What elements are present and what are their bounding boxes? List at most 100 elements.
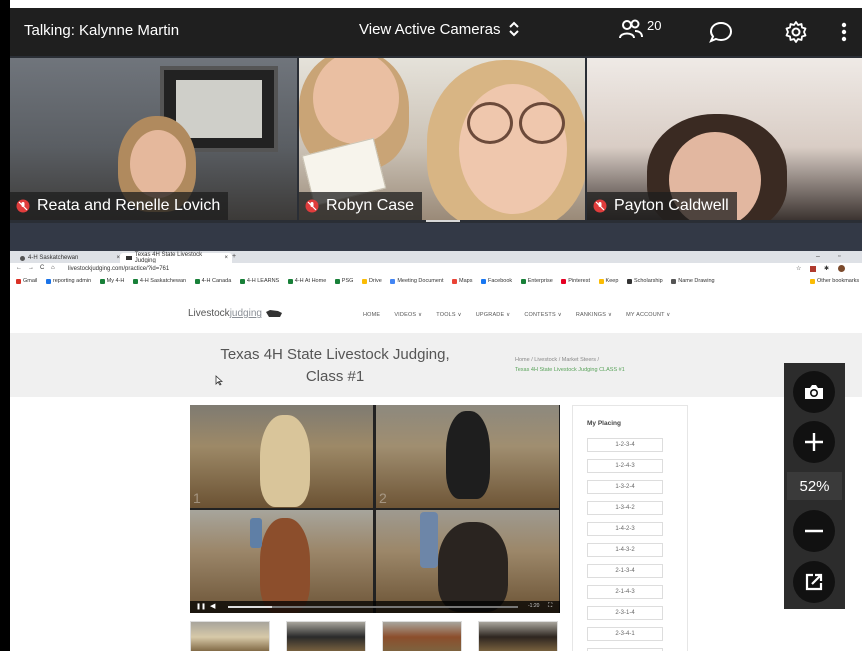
- my-placing-panel: My Placing 1-2-3-4 1-2-4-3 1-3-2-4 1-3-4…: [572, 405, 688, 651]
- bookmark[interactable]: Pinterest: [561, 278, 590, 284]
- bookmark[interactable]: Maps: [452, 278, 472, 284]
- bookmark[interactable]: Scholarship: [626, 278, 663, 284]
- steer: [260, 518, 310, 613]
- placing-option[interactable]: 1-3-4-2: [587, 501, 663, 515]
- steer: [438, 522, 508, 612]
- settings-button[interactable]: [784, 20, 808, 49]
- video-thumbnails: [190, 621, 560, 651]
- maximize-icon[interactable]: ▫: [838, 253, 840, 260]
- placing-option[interactable]: 2-3-1-4: [587, 606, 663, 620]
- placing-option[interactable]: 2-1-4-3: [587, 585, 663, 599]
- zoom-in-button[interactable]: [793, 421, 835, 463]
- placing-title: My Placing: [587, 420, 621, 427]
- video-tile[interactable]: Reata and Renelle Lovich: [10, 58, 297, 220]
- pop-out-button[interactable]: [793, 561, 835, 603]
- page-title: Texas 4H State Livestock Judging, Class …: [220, 346, 450, 385]
- bookmark[interactable]: Facebook: [481, 278, 512, 284]
- bookmark[interactable]: 4-H Saskatchewan: [132, 278, 186, 284]
- bookmark[interactable]: PSG: [334, 278, 353, 284]
- chevron-up-down-icon: [509, 21, 520, 37]
- placing-option[interactable]: 2-3-4-1: [587, 627, 663, 641]
- video-tile[interactable]: Payton Caldwell: [587, 58, 862, 220]
- mouse-cursor-icon: [215, 375, 223, 386]
- video-thumbnail[interactable]: [190, 621, 270, 651]
- participants-button[interactable]: 20: [618, 18, 661, 40]
- chat-bubble-icon: [709, 21, 733, 43]
- back-icon[interactable]: ←: [16, 265, 22, 271]
- breadcrumb-current: Texas 4H State Livestock Judging CLASS #…: [515, 367, 625, 373]
- other-bookmarks[interactable]: Other bookmarks: [810, 278, 859, 284]
- site-logo[interactable]: Livestockjudging: [188, 308, 283, 319]
- bookmark[interactable]: 4-H Canada: [194, 278, 231, 284]
- bookmark[interactable]: 4-H LEARNS: [239, 278, 279, 284]
- nav-item[interactable]: VIDEOS ∨: [394, 312, 422, 318]
- gear-icon: [785, 21, 807, 43]
- bookmark[interactable]: Gmail: [16, 278, 37, 284]
- placing-option[interactable]: 1-2-3-4: [587, 438, 663, 452]
- close-icon[interactable]: ×: [224, 255, 228, 261]
- left-edge: [0, 0, 10, 651]
- steer-icon: [265, 309, 282, 317]
- video-thumbnail[interactable]: [478, 621, 558, 651]
- camera-strip: Reata and Renelle Lovich Robyn Case Payt…: [10, 56, 862, 223]
- screenshot-button[interactable]: [793, 371, 835, 413]
- reload-icon[interactable]: C: [40, 265, 44, 271]
- video-quadrant: 1: [190, 405, 373, 508]
- bookmark[interactable]: Keep: [598, 278, 618, 284]
- bookmark[interactable]: 4-H At Home: [287, 278, 326, 284]
- placing-option[interactable]: 2-1-3-4: [587, 564, 663, 578]
- minimize-icon[interactable]: –: [816, 253, 820, 260]
- placing-option[interactable]: 1-3-2-4: [587, 480, 663, 494]
- placing-option[interactable]: 1-4-2-3: [587, 522, 663, 536]
- nav-item[interactable]: RANKINGS ∨: [576, 312, 612, 318]
- nav-item[interactable]: MY ACCOUNT ∨: [626, 312, 670, 318]
- browser-tab[interactable]: 4-H Saskatchewan ×: [14, 253, 124, 263]
- video-number: 2: [379, 490, 387, 506]
- browser-tab-label: 4-H Saskatchewan: [28, 255, 79, 261]
- pause-icon[interactable]: ❚❚: [196, 603, 206, 610]
- puzzle-icon[interactable]: ✱: [824, 265, 829, 272]
- glasses: [467, 102, 513, 144]
- view-active-cameras-button[interactable]: View Active Cameras: [359, 20, 520, 38]
- more-options-button[interactable]: [840, 20, 848, 49]
- resize-handle[interactable]: [426, 220, 460, 222]
- video-thumbnail[interactable]: [382, 621, 462, 651]
- url-field[interactable]: livestockjudging.com/practice/?id=761: [68, 266, 169, 272]
- bookmark[interactable]: Name Drawing: [671, 278, 715, 284]
- nav-item[interactable]: UPGRADE ∨: [476, 312, 511, 318]
- placing-option[interactable]: 1-4-3-2: [587, 543, 663, 557]
- volume-icon[interactable]: ◀: [210, 602, 215, 610]
- bookmark[interactable]: Drive: [361, 278, 382, 284]
- chat-button[interactable]: [708, 20, 734, 49]
- site-nav: HOME VIDEOS ∨ TOOLS ∨ UPGRADE ∨ CONTESTS…: [363, 312, 671, 318]
- placing-option[interactable]: 1-2-4-3: [587, 459, 663, 473]
- avatar[interactable]: [838, 265, 845, 272]
- video-tile[interactable]: Robyn Case: [299, 58, 585, 220]
- globe-icon: [20, 255, 25, 261]
- browser-tab-active[interactable]: Texas 4H State Livestock Judging ×: [120, 252, 232, 264]
- zoom-level: 52%: [787, 472, 842, 500]
- video-thumbnail[interactable]: [286, 621, 366, 651]
- zoom-out-button[interactable]: [793, 510, 835, 552]
- new-tab-icon[interactable]: +: [232, 253, 236, 260]
- bookmark[interactable]: Meeting Document: [390, 278, 443, 284]
- bookmark[interactable]: reporting admin: [45, 278, 91, 284]
- bull-icon: [126, 256, 132, 260]
- home-icon[interactable]: ⌂: [51, 265, 55, 271]
- forward-icon[interactable]: →: [28, 265, 34, 271]
- extension-icon[interactable]: [810, 266, 816, 272]
- participant-nametag: Robyn Case: [299, 192, 423, 220]
- video-player[interactable]: 1 2 ❚❚ ◀ -1:20 ⛶: [190, 405, 560, 613]
- bookmark[interactable]: Enterprise: [520, 278, 553, 284]
- nav-item[interactable]: TOOLS ∨: [436, 312, 462, 318]
- nav-item[interactable]: CONTESTS ∨: [524, 312, 562, 318]
- handler: [420, 512, 438, 568]
- nav-item[interactable]: HOME: [363, 312, 380, 318]
- star-icon[interactable]: ☆: [796, 265, 801, 272]
- meeting-window: Talking: Kalynne Martin View Active Came…: [0, 0, 862, 651]
- mic-muted-icon: [593, 199, 607, 213]
- bookmark[interactable]: My 4-H: [99, 278, 124, 284]
- fullscreen-icon[interactable]: ⛶: [548, 603, 552, 610]
- video-progress-bar[interactable]: [228, 606, 518, 608]
- browser-tab-bar: 4-H Saskatchewan × Texas 4H State Livest…: [10, 251, 862, 264]
